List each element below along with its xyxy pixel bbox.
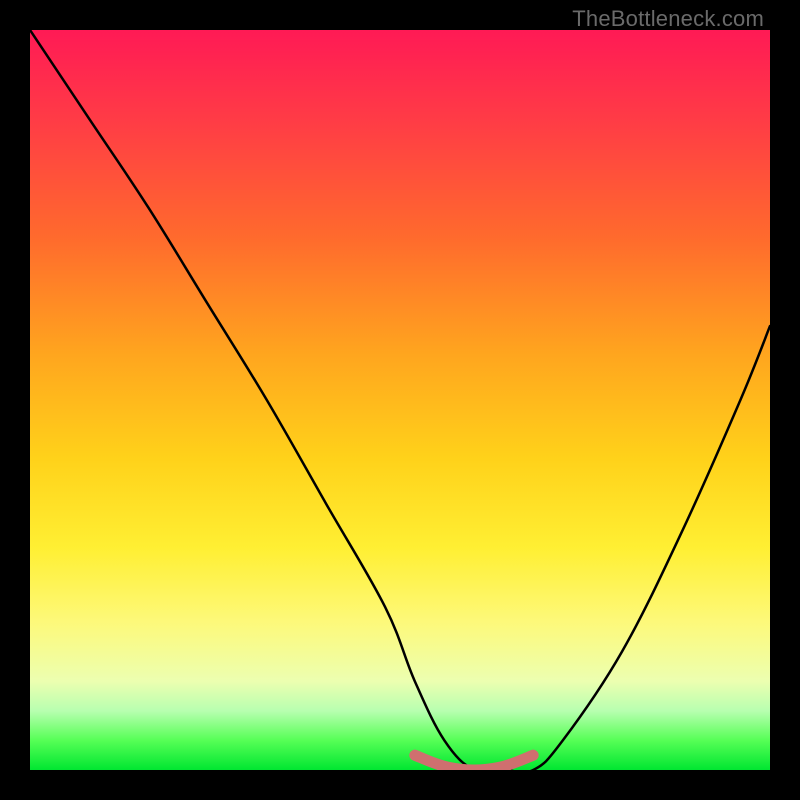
bottleneck-plot bbox=[30, 30, 770, 770]
watermark-text: TheBottleneck.com bbox=[572, 6, 764, 32]
marker-band bbox=[415, 755, 533, 770]
bottleneck-curve bbox=[30, 30, 770, 770]
curve-layer bbox=[30, 30, 770, 770]
chart-stage: TheBottleneck.com bbox=[0, 0, 800, 800]
